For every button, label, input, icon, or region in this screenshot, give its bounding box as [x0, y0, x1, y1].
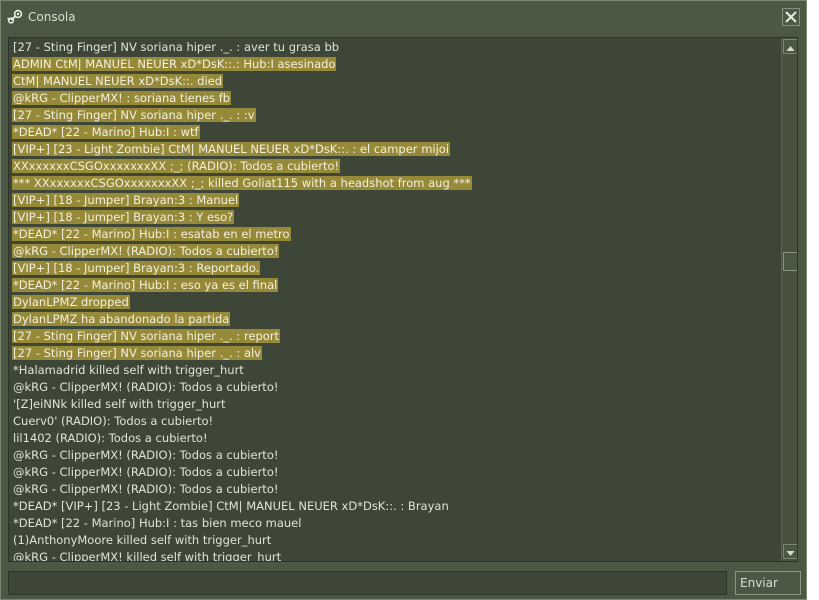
console-line: @kRG - ClipperMX! (RADIO): Todos a cubie… — [12, 481, 780, 498]
window-title: Consola — [28, 10, 76, 24]
console-line: '[Z]eiNNk killed self with trigger_hurt — [12, 396, 780, 413]
console-line: [VIP+] [18 - Jumper] Brayan:3 : Reportad… — [12, 260, 780, 277]
console-line: @kRG - ClipperMX! (RADIO): Todos a cubie… — [12, 447, 780, 464]
console-line: *DEAD* [22 - Marino] Hub:I : tas bien me… — [12, 515, 780, 532]
console-line-text: [27 - Sting Finger] NV soriana hiper ._.… — [13, 40, 340, 54]
console-line-text: CtM| MANUEL NEUER xD*DsK::. died — [12, 74, 224, 88]
console-line: [27 - Sting Finger] NV soriana hiper ._.… — [12, 345, 780, 362]
console-line-text: '[Z]eiNNk killed self with trigger_hurt — [13, 397, 226, 411]
console-line: [27 - Sting Finger] NV soriana hiper ._.… — [12, 39, 780, 56]
console-line-text: *DEAD* [VIP+] [23 - Light Zombie] CtM| M… — [13, 499, 449, 513]
console-line-text: lil1402 (RADIO): Todos a cubierto! — [13, 431, 208, 445]
console-line-text: *DEAD* [22 - Marino] Hub:I : eso ya es e… — [12, 278, 279, 292]
console-line: *DEAD* [22 - Marino] Hub:I : wtf — [12, 124, 780, 141]
console-line: *DEAD* [VIP+] [23 - Light Zombie] CtM| M… — [12, 498, 780, 515]
arrow-up-icon — [786, 46, 795, 51]
console-line: XXxxxxxxCSGOxxxxxxxXX ;_; (RADIO): Todos… — [12, 158, 780, 175]
console-line-text: @kRG - ClipperMX! (RADIO): Todos a cubie… — [13, 465, 279, 479]
console-line: *DEAD* [22 - Marino] Hub:I : esatab en e… — [12, 226, 780, 243]
console-line-text: [VIP+] [18 - Jumper] Brayan:3 : Reportad… — [12, 261, 261, 275]
command-input[interactable] — [8, 571, 727, 595]
console-line: DylanLPMZ dropped — [12, 294, 780, 311]
console-line: @kRG - ClipperMX! (RADIO): Todos a cubie… — [12, 379, 780, 396]
console-line-text: [VIP+] [23 - Light Zombie] CtM| MANUEL N… — [12, 142, 451, 156]
console-line-text: @kRG - ClipperMX! (RADIO): Todos a cubie… — [13, 448, 279, 462]
console-line-text: *DEAD* [22 - Marino] Hub:I : wtf — [12, 125, 200, 139]
console-line: CtM| MANUEL NEUER xD*DsK::. died — [12, 73, 780, 90]
console-line: @kRG - ClipperMX! (RADIO): Todos a cubie… — [12, 243, 780, 260]
console-line: [27 - Sting Finger] NV soriana hiper ._.… — [12, 328, 780, 345]
console-line: (1)AnthonyMoore killed self with trigger… — [12, 532, 780, 549]
console-line-text: @kRG - ClipperMX! (RADIO): Todos a cubie… — [13, 380, 279, 394]
console-lines: [27 - Sting Finger] NV soriana hiper ._.… — [12, 39, 780, 562]
console-line-text: Cuerv0' (RADIO): Todos a cubierto! — [13, 414, 214, 428]
console-line-text: XXxxxxxxCSGOxxxxxxxXX ;_; (RADIO): Todos… — [12, 159, 341, 173]
console-line-text: @kRG - ClipperMX! (RADIO): Todos a cubie… — [13, 482, 279, 496]
console-line-text: @kRG - ClipperMX! : soriana tienes fb — [12, 91, 232, 105]
console-line-text: [VIP+] [18 - Jumper] Brayan:3 : Manuel — [12, 193, 240, 207]
console-line: [27 - Sting Finger] NV soriana hiper ._.… — [12, 107, 780, 124]
console-line: @kRG - ClipperMX! (RADIO): Todos a cubie… — [12, 464, 780, 481]
console-line-text: @kRG - ClipperMX! (RADIO): Todos a cubie… — [12, 244, 280, 258]
arrow-down-icon — [786, 551, 795, 556]
scroll-down-button[interactable] — [783, 544, 797, 559]
console-line-text: *DEAD* [22 - Marino] Hub:I : tas bien me… — [13, 516, 302, 530]
console-line-text: DylanLPMZ ha abandonado la partida — [12, 312, 231, 326]
send-button[interactable]: Enviar — [735, 571, 801, 595]
console-line: *DEAD* [22 - Marino] Hub:I : eso ya es e… — [12, 277, 780, 294]
steam-icon — [7, 9, 23, 24]
console-line: [VIP+] [18 - Jumper] Brayan:3 : Y eso? — [12, 209, 780, 226]
scroll-up-button[interactable] — [783, 39, 797, 54]
console-log[interactable]: [27 - Sting Finger] NV soriana hiper ._.… — [8, 37, 798, 562]
console-line-text: @kRG - ClipperMX! killed self with trigg… — [13, 550, 282, 562]
console-window: Consola [27 - Sting Finger] NV soriana h… — [0, 0, 807, 600]
console-line: *** XXxxxxxxCSGOxxxxxxxXX ;_; killed Gol… — [12, 175, 780, 192]
console-line-text: *Halamadrid killed self with trigger_hur… — [13, 363, 244, 377]
console-line-text: DylanLPMZ dropped — [12, 295, 130, 309]
console-line-text: [27 - Sting Finger] NV soriana hiper ._.… — [12, 346, 262, 360]
title-bar[interactable]: Consola — [1, 1, 806, 34]
console-line: @kRG - ClipperMX! killed self with trigg… — [12, 549, 780, 562]
console-line: ADMIN CtM| MANUEL NEUER xD*DsK::.: Hub:I… — [12, 56, 780, 73]
console-line: [VIP+] [18 - Jumper] Brayan:3 : Manuel — [12, 192, 780, 209]
console-line-text: [27 - Sting Finger] NV soriana hiper ._.… — [12, 108, 256, 122]
close-icon — [785, 11, 797, 23]
console-line: Cuerv0' (RADIO): Todos a cubierto! — [12, 413, 780, 430]
console-line: *Halamadrid killed self with trigger_hur… — [12, 362, 780, 379]
close-button[interactable] — [782, 8, 800, 26]
console-line: @kRG - ClipperMX! : soriana tienes fb — [12, 90, 780, 107]
console-line-text: [27 - Sting Finger] NV soriana hiper ._.… — [12, 329, 281, 343]
console-line: [VIP+] [23 - Light Zombie] CtM| MANUEL N… — [12, 141, 780, 158]
vertical-scrollbar[interactable] — [781, 38, 797, 561]
console-line: lil1402 (RADIO): Todos a cubierto! — [12, 430, 780, 447]
console-line: DylanLPMZ ha abandonado la partida — [12, 311, 780, 328]
console-line-text: [VIP+] [18 - Jumper] Brayan:3 : Y eso? — [12, 210, 235, 224]
console-line-text: (1)AnthonyMoore killed self with trigger… — [13, 533, 272, 547]
console-line-text: ADMIN CtM| MANUEL NEUER xD*DsK::.: Hub:I… — [12, 57, 337, 71]
console-line-text: *** XXxxxxxxCSGOxxxxxxxXX ;_; killed Gol… — [12, 176, 472, 190]
scrollbar-thumb[interactable] — [783, 252, 797, 271]
console-line-text: *DEAD* [22 - Marino] Hub:I : esatab en e… — [12, 227, 291, 241]
